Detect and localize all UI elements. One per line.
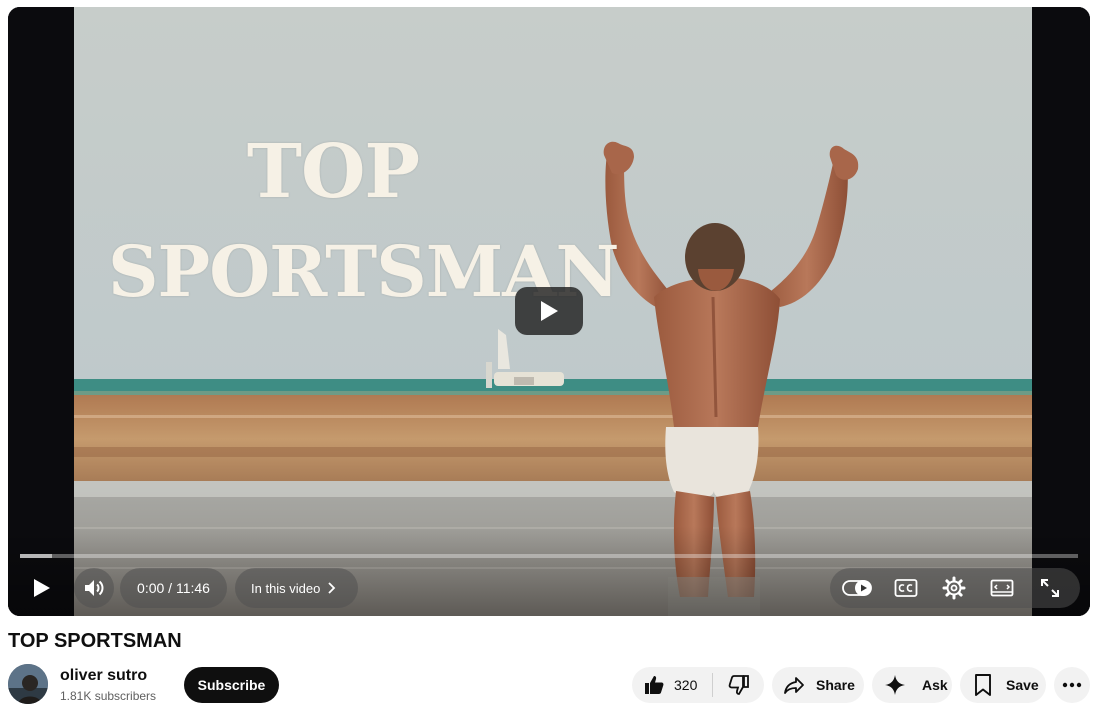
sparkle-icon [885,675,905,695]
play-icon [541,301,558,321]
more-actions-button[interactable] [1054,667,1090,703]
more-horizontal-icon [1062,682,1082,688]
dislike-button[interactable] [713,667,764,703]
theater-mode-icon [990,579,1014,597]
time-display: 0:00 / 11:46 [120,568,227,608]
like-count: 320 [674,677,698,693]
fullscreen-icon [1041,579,1059,597]
captions-button[interactable] [888,570,924,606]
settings-button[interactable] [936,570,972,606]
video-overlay-title: TOP SPORTSMAN [108,122,620,322]
overlay-title-line-2: SPORTSMAN [108,230,620,313]
in-this-video-label: In this video [251,580,321,596]
play-button[interactable] [24,570,60,606]
progress-buffered [20,554,52,558]
gear-icon [942,576,966,600]
share-button[interactable]: Share [772,667,864,703]
share-label: Share [816,677,855,693]
large-play-button[interactable] [515,287,583,335]
time-display-text: 0:00 / 11:46 [137,580,210,596]
save-button[interactable]: Save [960,667,1046,703]
channel-avatar[interactable] [8,664,48,704]
channel-name[interactable]: oliver sutro [60,667,147,685]
volume-icon [85,580,104,596]
video-title: TOP SPORTSMAN [8,630,182,652]
save-label: Save [1006,677,1039,693]
subscriber-count: 1.81K subscribers [60,689,157,703]
ask-button[interactable]: Ask [872,667,952,703]
ask-label: Ask [922,677,948,693]
like-button[interactable]: 320 [632,667,712,703]
fullscreen-button[interactable] [1032,570,1068,606]
thumbs-up-icon [645,676,664,694]
chevron-right-icon [328,582,336,594]
video-player[interactable]: TOP SPORTSMAN 0:00 / 11:46 In this video [8,7,1090,616]
thumbs-down-icon [728,675,749,695]
bookmark-icon [975,674,991,696]
like-dislike-group: 320 [632,667,764,703]
share-icon [784,677,804,694]
subscribe-button[interactable]: Subscribe [184,667,279,703]
autoplay-toggle[interactable] [840,572,876,604]
autoplay-toggle-icon [842,580,872,596]
in-this-video-button[interactable]: In this video [235,568,358,608]
play-icon [34,579,50,597]
overlay-title-line-1: TOP [246,129,420,215]
closed-captions-icon [894,579,918,597]
volume-button[interactable] [74,568,114,608]
theater-mode-button[interactable] [984,570,1020,606]
avatar-image [8,664,48,704]
progress-bar[interactable] [20,554,1078,558]
